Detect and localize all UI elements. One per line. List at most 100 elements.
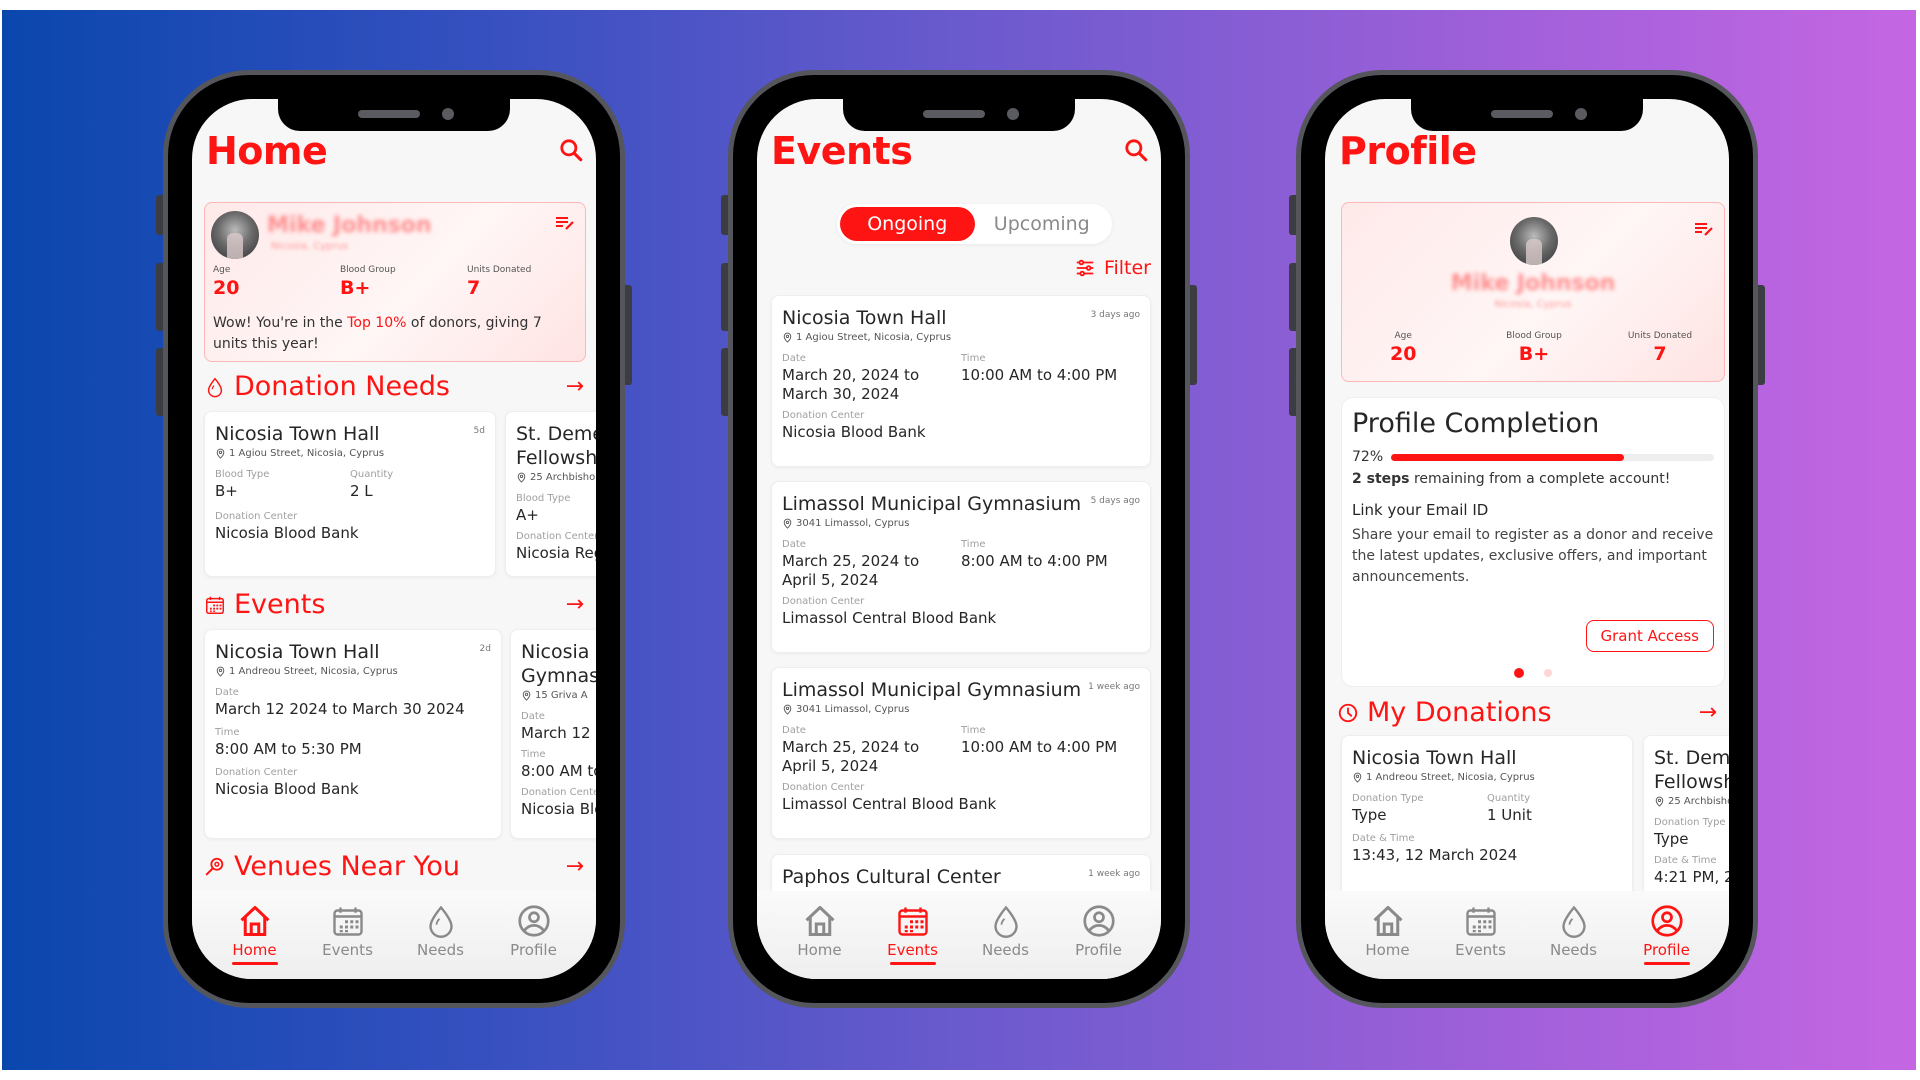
location-pin-icon [782, 518, 793, 529]
volume-down-button [156, 348, 163, 416]
edit-icon[interactable] [555, 215, 575, 231]
blood-type: A+ [516, 506, 539, 524]
tab-needs[interactable]: Needs [971, 903, 1041, 959]
event-date: March 25, 2024 to April 5, 2024 [782, 738, 920, 775]
venue-name: Nicosia Town Hall [215, 423, 380, 445]
tab-needs[interactable]: Needs [1539, 903, 1609, 959]
edit-icon[interactable] [1694, 221, 1714, 237]
event-date: March 25, 2024 to April 5, 2024 [782, 552, 920, 589]
event-date: March 12 2024 to March 30 2024 [215, 700, 465, 718]
profile-icon [516, 903, 552, 939]
tab-home[interactable]: Home [785, 903, 855, 959]
filter-icon [1074, 257, 1096, 279]
volume-up-button [156, 263, 163, 331]
home-screen: Home Mike Johnson Nicosia, Cyprus Age 20 … [192, 99, 596, 979]
carousel-dot[interactable] [1544, 669, 1552, 677]
location-pin-icon [1654, 796, 1665, 807]
blood-type: B+ [215, 482, 238, 500]
mute-switch [1289, 195, 1296, 235]
home-icon [1370, 903, 1406, 939]
notch [278, 99, 510, 131]
venue-name: Limassol Municipal Gymnasium [782, 679, 1082, 701]
user-location: Nicosia, Cyprus [1494, 299, 1572, 310]
tab-profile[interactable]: Profile [1064, 903, 1134, 959]
profile-icon [1081, 903, 1117, 939]
event-card[interactable]: Nicosia Town Hall 2d 1 Andreou Street, N… [204, 629, 502, 839]
arrow-right-icon[interactable]: → [566, 854, 584, 879]
page-title: Events [771, 129, 913, 173]
drop-icon [988, 903, 1024, 939]
link-email-title: Link your Email ID [1352, 501, 1489, 519]
time-ago: 3 days ago [1090, 310, 1140, 320]
quantity: 1 Unit [1487, 806, 1532, 824]
venue-search-icon [204, 856, 226, 878]
completion-progress-fill [1391, 453, 1624, 461]
page-title: Profile [1339, 129, 1477, 173]
event-card[interactable]: Limassol Municipal Gymnasium 1 week ago … [771, 667, 1151, 839]
tab-events[interactable]: Events [878, 903, 948, 965]
carousel-dots [1342, 668, 1724, 678]
arrow-right-icon[interactable]: → [1699, 700, 1717, 725]
event-time: 8:00 AM to 5:30 PM [215, 740, 362, 758]
date-time: 13:43, 12 March 2024 [1352, 846, 1518, 864]
venue-name: Nicosia Town Hall [215, 641, 380, 663]
search-icon[interactable] [1123, 137, 1149, 163]
event-card[interactable]: Nicosia Gymnasium 15 Griva A DateMarch 1… [510, 629, 596, 839]
completion-percent: 72% [1352, 449, 1384, 465]
tab-profile[interactable]: Profile [499, 903, 569, 959]
tab-profile[interactable]: Profile [1632, 903, 1702, 965]
grant-access-button[interactable]: Grant Access [1585, 620, 1714, 652]
event-card[interactable]: Nicosia Town Hall 3 days ago 1 Agiou Str… [771, 295, 1151, 467]
venues-header: Venues Near You → [204, 851, 584, 882]
stat-age: Age 20 [213, 265, 240, 299]
user-summary-card[interactable]: Mike Johnson Nicosia, Cyprus Age 20 Blood… [204, 202, 586, 362]
search-icon[interactable] [558, 137, 584, 163]
section-title: My Donations [1367, 697, 1552, 728]
my-donations-header: My Donations → [1337, 697, 1717, 728]
time-ago: 5 days ago [1090, 496, 1140, 506]
donation-card[interactable]: St. Demetrios Fellowship 25 Archbishop D… [1643, 735, 1729, 901]
carousel-dot-active[interactable] [1514, 668, 1524, 678]
donation-center: Limassol Central Blood Bank [782, 795, 997, 813]
event-card[interactable]: Limassol Municipal Gymnasium 5 days ago … [771, 481, 1151, 653]
tab-home[interactable]: Home [220, 903, 290, 965]
segment-ongoing[interactable]: Ongoing [840, 207, 975, 241]
donation-need-card[interactable]: Nicosia Town Hall 5d 1 Agiou Street, Nic… [204, 411, 496, 577]
donation-type: Type [1352, 806, 1387, 824]
location-pin-icon [782, 704, 793, 715]
location-pin-icon [215, 666, 226, 677]
tab-needs[interactable]: Needs [406, 903, 476, 959]
donation-card[interactable]: Nicosia Town Hall 1 Andreou Street, Nico… [1341, 735, 1633, 901]
venue-name: Nicosia Gymnasium [521, 641, 596, 687]
stat-units-donated: Units Donated 7 [1627, 331, 1693, 365]
quantity: 2 L [350, 482, 373, 500]
donation-need-card[interactable]: St. Demetrios Fellowship 25 Archbishop B… [505, 411, 596, 577]
profile-screen: Profile Mike Johnson Nicosia, Cyprus Age… [1325, 99, 1729, 979]
donation-center: Nicosia Regional [516, 544, 596, 562]
calendar-icon [330, 903, 366, 939]
address: 1 Andreou Street, Nicosia, Cyprus [1352, 772, 1622, 783]
tab-events[interactable]: Events [313, 903, 383, 959]
venue-name: St. Demetrios Fellowship [516, 423, 596, 469]
arrow-right-icon[interactable]: → [566, 592, 584, 617]
donation-center: Nicosia Blood Bank [215, 780, 359, 798]
segment-upcoming[interactable]: Upcoming [975, 207, 1110, 241]
location-pin-icon [782, 332, 793, 343]
event-time: 10:00 AM to 4:00 PM [961, 366, 1118, 384]
phone-events: Events Ongoing Upcoming Filter Nicosia T… [721, 70, 1197, 1008]
location-pin-icon [516, 472, 527, 483]
address: 25 Archbishop [1654, 796, 1729, 807]
completion-progress-bar [1391, 453, 1714, 461]
tab-home[interactable]: Home [1353, 903, 1423, 959]
filter-button[interactable]: Filter [1074, 257, 1151, 279]
stat-blood-group: Blood Group B+ [340, 265, 396, 299]
bottom-tab-bar: Home Events Needs Profile [192, 891, 596, 979]
mute-switch [721, 195, 728, 235]
location-pin-icon [521, 690, 532, 701]
donation-needs-header: Donation Needs → [204, 371, 584, 402]
tab-events[interactable]: Events [1446, 903, 1516, 959]
user-name: Mike Johnson [1450, 271, 1616, 296]
volume-down-button [1289, 348, 1296, 416]
arrow-right-icon[interactable]: → [566, 374, 584, 399]
home-icon [802, 903, 838, 939]
